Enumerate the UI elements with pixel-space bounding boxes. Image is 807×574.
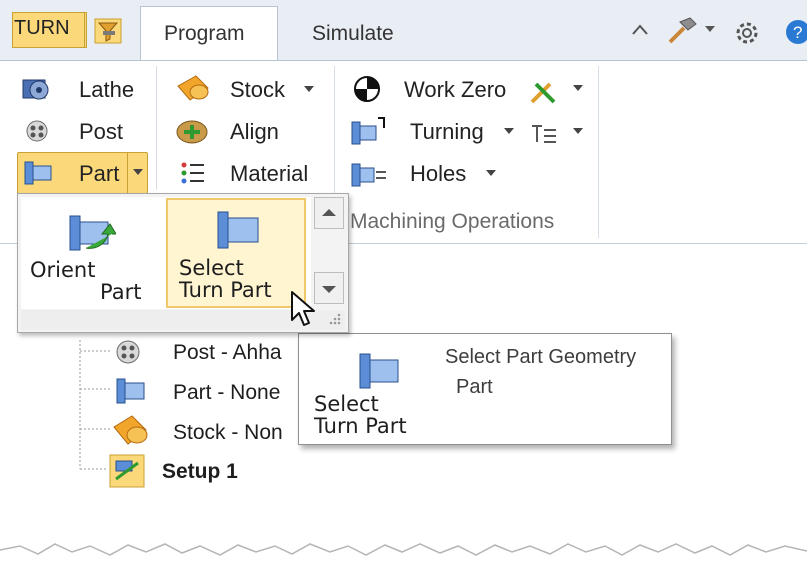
turning-label: Turning	[410, 119, 484, 144]
orient-part-item[interactable]: Orient Part	[26, 200, 156, 306]
mouse-cursor-icon	[291, 291, 315, 326]
chevron-down-icon[interactable]	[304, 86, 314, 94]
work-zero-button[interactable]: Work Zero	[348, 72, 548, 106]
stock-label: Stock	[230, 77, 286, 102]
material-label: Material	[230, 161, 309, 186]
divider	[127, 152, 128, 194]
tree-item-post[interactable]: Post - Ahha	[173, 341, 282, 365]
post-label: Post	[79, 119, 124, 144]
tree-item-part[interactable]: Part - None	[173, 381, 280, 405]
post-icon	[116, 340, 140, 364]
material-list-icon	[181, 162, 204, 184]
scroll-up-button[interactable]	[314, 197, 344, 229]
tree-item-stock[interactable]: Stock - Non	[173, 421, 283, 445]
divider	[156, 66, 157, 190]
chevron-down-icon[interactable]	[504, 128, 514, 136]
chevron-down-icon	[322, 286, 336, 293]
stock-icon	[177, 75, 209, 101]
holes-icon	[351, 163, 386, 187]
tooltip-line-1: Select	[314, 392, 379, 416]
chevron-down-icon[interactable]	[486, 170, 496, 178]
chevron-up-icon	[322, 209, 336, 216]
tools-icon[interactable]	[528, 76, 560, 106]
align-button[interactable]: Align	[170, 114, 330, 148]
holes-button[interactable]: Holes	[348, 156, 508, 190]
table-icon[interactable]	[530, 122, 558, 146]
chevron-down-icon[interactable]	[573, 85, 583, 93]
lathe-icon	[22, 79, 49, 100]
hammer-icon[interactable]	[666, 16, 700, 46]
lathe-label: Lathe	[79, 77, 135, 102]
lathe-button[interactable]: Lathe	[17, 72, 137, 106]
tooltip-subtitle: Part	[456, 376, 493, 398]
work-zero-icon	[354, 76, 380, 102]
help-icon[interactable]: ?	[784, 17, 807, 47]
scroll-down-button[interactable]	[314, 272, 344, 304]
chevron-down-icon[interactable]	[705, 26, 715, 34]
ribbon-group-label: Machining Operations	[350, 210, 555, 233]
divider	[598, 66, 599, 238]
tab-program-label: Program	[164, 22, 245, 45]
orient-label-1: Orient	[30, 258, 96, 282]
select-turn-label-2: Turn Part	[179, 278, 272, 302]
turn-mode-label: TURN	[14, 17, 70, 39]
tooltip-title: Select Part Geometry	[445, 346, 637, 368]
chevron-down-icon[interactable]	[573, 128, 583, 136]
setup-icon	[109, 454, 145, 488]
tree-item-setup[interactable]: Setup 1	[162, 460, 238, 484]
post-icon	[26, 120, 48, 142]
stock-icon	[113, 415, 148, 445]
part-icon	[24, 161, 52, 185]
holes-label: Holes	[410, 161, 467, 186]
material-button[interactable]: Material	[170, 156, 330, 190]
resize-grip-icon[interactable]	[328, 312, 342, 326]
work-zero-label: Work Zero	[404, 77, 507, 102]
tooltip-line-2: Turn Part	[314, 414, 407, 438]
part-label: Part	[79, 161, 120, 186]
part-icon	[217, 211, 259, 249]
svg-text:?: ?	[793, 23, 802, 42]
part-icon	[116, 378, 145, 404]
orient-part-icon	[69, 215, 116, 251]
gear-icon[interactable]	[732, 18, 762, 48]
post-button[interactable]: Post	[17, 114, 137, 148]
filter-icon[interactable]	[93, 17, 123, 45]
torn-edge	[0, 543, 807, 573]
part-icon	[359, 353, 399, 389]
select-turn-label-1: Select	[179, 256, 244, 280]
align-label: Align	[230, 119, 279, 144]
divider	[84, 12, 85, 48]
stock-button[interactable]: Stock	[170, 72, 330, 106]
align-icon	[176, 120, 208, 144]
chevron-down-icon[interactable]	[133, 169, 143, 177]
collapse-ribbon-icon[interactable]	[630, 22, 650, 38]
tab-simulate[interactable]: Simulate	[312, 22, 394, 46]
turning-icon	[351, 117, 385, 145]
turning-button[interactable]: Turning	[348, 114, 528, 148]
orient-label-2: Part	[100, 280, 142, 304]
